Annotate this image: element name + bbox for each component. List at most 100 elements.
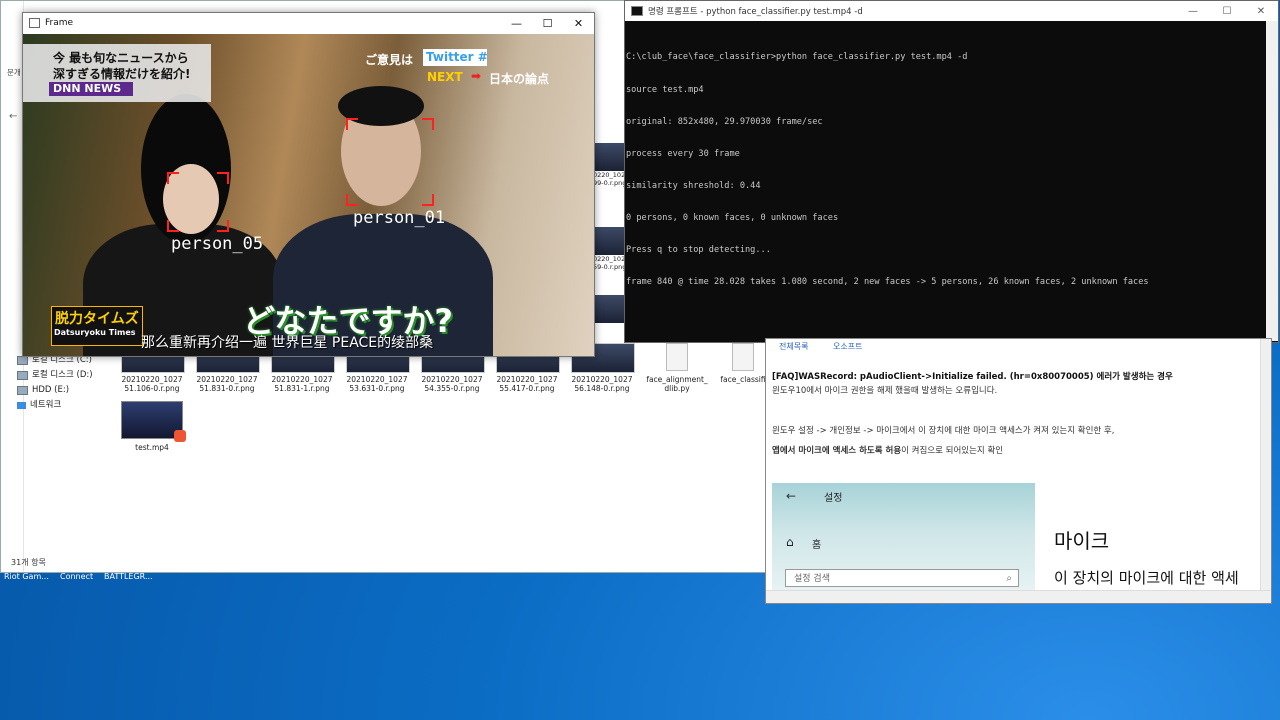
settings-title: 설정: [824, 493, 843, 504]
cmd-titlebar[interactable]: 명령 프롬프트 - python face_classifier.py test…: [625, 1, 1278, 21]
cmd-line: C:\club_face\face_classifier>python face…: [626, 52, 968, 63]
file-name: face_classifi: [720, 375, 766, 384]
tree-item-label: 로컬 디스크 (D:): [32, 370, 93, 380]
file-name: face_alignment_ dlib.py: [646, 375, 708, 393]
minimize-icon[interactable]: —: [501, 17, 532, 30]
cmd-line: 0 persons, 0 known faces, 0 unknown face…: [626, 212, 839, 223]
overlay-text: 深すぎる情報だけを紹介!: [53, 67, 191, 81]
show-logo: 脱力タイムズ: [55, 311, 139, 327]
home-label: 홈: [812, 540, 822, 551]
settings-search-input: 설정 검색 ⌕: [785, 569, 1019, 587]
article-text: 앱에서 마이크에 액세스 하도록 허용이 켜짐으로 되어있는지 확인: [772, 444, 1003, 456]
person-label: person_05: [171, 234, 264, 254]
python-file-icon: [666, 343, 688, 371]
window-icon: [29, 18, 40, 28]
network-icon: [17, 402, 26, 409]
cmd-line: similarity shreshold: 0.44: [626, 180, 761, 191]
frame-window: Frame — ☐ ✕ person_05 person_01 今 最も旬なニュ…: [22, 12, 595, 357]
file-name: 0220_102 59-0.r.png: [593, 255, 627, 271]
cmd-line: process every 30 frame: [626, 148, 740, 159]
person-label: person_01: [353, 208, 446, 228]
twitter-text: Twitter #: [426, 50, 488, 64]
explorer-left-strip: 문개 ←: [1, 1, 24, 572]
article-content: 전체목록 오소프트 [FAQ]WASRecord: pAudioClient->…: [769, 339, 1259, 593]
article-text: 윈도우10에서 마이크 권한을 해제 했을때 발생하는 오류입니다.: [772, 386, 998, 396]
python-file-icon: [732, 343, 754, 371]
show-logo-sub: Datsuryoku Times: [54, 328, 136, 337]
file-name: test.mp4: [135, 443, 169, 452]
tree-item[interactable]: 로컬 디스크 (D:): [17, 368, 117, 383]
scrollbar[interactable]: [1266, 21, 1278, 341]
back-arrow-icon: ←: [786, 489, 797, 503]
file-name: 20210220_1027 54.355-0.r.png: [421, 375, 483, 393]
drive-icon: [17, 356, 28, 365]
face-detection-box: [346, 118, 434, 206]
back-arrow-icon[interactable]: ←: [9, 111, 17, 122]
horizontal-scrollbar[interactable]: [766, 590, 1271, 603]
video-frame: person_05 person_01 今 最も旬なニュースから 深すぎる情報だ…: [23, 34, 594, 356]
brand-text: DNN NEWS: [53, 82, 122, 95]
image-thumbnail-icon[interactable]: [593, 143, 625, 171]
file-name: 20210220_1027 51.831-1.r.png: [271, 375, 333, 393]
video-file-icon: [121, 401, 186, 442]
file-item[interactable]: face_classifi: [719, 343, 767, 384]
window-title: 명령 프롬프트 - python face_classifier.py test…: [648, 7, 863, 17]
search-placeholder: 설정 검색: [794, 574, 830, 584]
maximize-icon[interactable]: ☐: [532, 17, 563, 30]
overlay-text: ご意見は: [365, 53, 414, 67]
close-icon[interactable]: ✕: [1244, 6, 1278, 17]
image-thumbnail-icon[interactable]: [593, 295, 625, 323]
file-name: 20210220_1027 51.831-0.r.png: [196, 375, 258, 393]
file-name: 20210220_1027 56.148-0.r.png: [571, 375, 633, 393]
article-window: 전체목록 오소프트 [FAQ]WASRecord: pAudioClient->…: [765, 338, 1272, 604]
file-item[interactable]: face_alignment_ dlib.py: [646, 343, 708, 393]
search-icon: ⌕: [1006, 573, 1012, 584]
subtitle-text: 那么重新再介绍一遍 世界巨星 PEACE的绫部桑: [141, 335, 434, 351]
cmd-line: original: 852x480, 29.970030 frame/sec: [626, 116, 823, 127]
article-tabs: 전체목록 오소프트: [779, 341, 884, 352]
side-thumbnails: 0220_102 99-0.r.png 0220_102 59-0.r.png: [593, 143, 627, 323]
image-thumbnail-icon[interactable]: [593, 227, 625, 255]
drive-icon: [17, 386, 28, 395]
mic-description: 이 장치의 마이크에 대한 액세: [1054, 569, 1239, 587]
home-icon: ⌂: [786, 535, 794, 549]
minimize-icon[interactable]: —: [1176, 6, 1210, 17]
tree-item-label: HDD (E:): [32, 385, 70, 395]
explorer-nav-tree: 로컬 디스크 (C:) 로컬 디스크 (D:) HDD (E:) 네트워크: [17, 353, 117, 413]
face-detection-box: [167, 172, 229, 232]
video-badge-icon: [174, 430, 186, 442]
window-title: Frame: [45, 18, 74, 28]
cmd-output[interactable]: C:\club_face\face_classifier>python face…: [625, 21, 1278, 309]
taskbar-label[interactable]: Connect: [60, 572, 93, 581]
tree-item[interactable]: HDD (E:): [17, 383, 117, 398]
item-count-status: 31개 항목: [11, 558, 46, 567]
frame-titlebar[interactable]: Frame — ☐ ✕: [23, 13, 594, 33]
file-name: 20210220_1027 53.631-0.r.png: [346, 375, 408, 393]
file-name: 20210220_1027 55.417-0.r.png: [496, 375, 558, 393]
taskbar-label[interactable]: BATTLEGR...: [104, 572, 153, 581]
tree-item-label: 네트워크: [30, 400, 62, 410]
mic-title: 마이크: [1054, 529, 1110, 553]
tab-all-list[interactable]: 전체목록: [779, 342, 808, 351]
next-arrow-icon: ➡: [471, 69, 482, 83]
overlay-text: 今 最も旬なニュースから: [53, 51, 189, 65]
cmd-icon: [631, 6, 643, 16]
drive-icon: [17, 371, 28, 380]
tree-item[interactable]: 네트워크: [17, 398, 117, 413]
tab-osoft[interactable]: 오소프트: [833, 342, 862, 351]
command-prompt-window: 명령 프롬프트 - python face_classifier.py test…: [624, 0, 1279, 343]
vertical-scrollbar[interactable]: [1260, 339, 1271, 603]
article-heading: [FAQ]WASRecord: pAudioClient->Initialize…: [772, 372, 1173, 382]
overlay-text: 日本の論点: [489, 72, 550, 86]
article-text: 윈도우 설정 -> 개인정보 -> 마이크에서 이 장치에 대한 마이크 액세스…: [772, 426, 1115, 436]
taskbar-label[interactable]: Riot Gam...: [4, 572, 49, 581]
next-text: NEXT: [427, 70, 463, 84]
maximize-icon[interactable]: ☐: [1210, 6, 1244, 17]
article-bold-text: 앱에서 마이크에 액세스 하도록 허용: [772, 446, 902, 456]
settings-screenshot: ← 설정 ⌂ 홈 설정 검색 ⌕: [772, 483, 1035, 593]
cmd-line: Press q to stop detecting...: [626, 245, 771, 256]
file-item[interactable]: test.mp4: [121, 401, 186, 452]
cmd-line: frame 840 @ time 28.028 takes 1.080 seco…: [626, 277, 1149, 288]
file-name: 0220_102 99-0.r.png: [593, 171, 627, 187]
close-icon[interactable]: ✕: [563, 17, 594, 30]
